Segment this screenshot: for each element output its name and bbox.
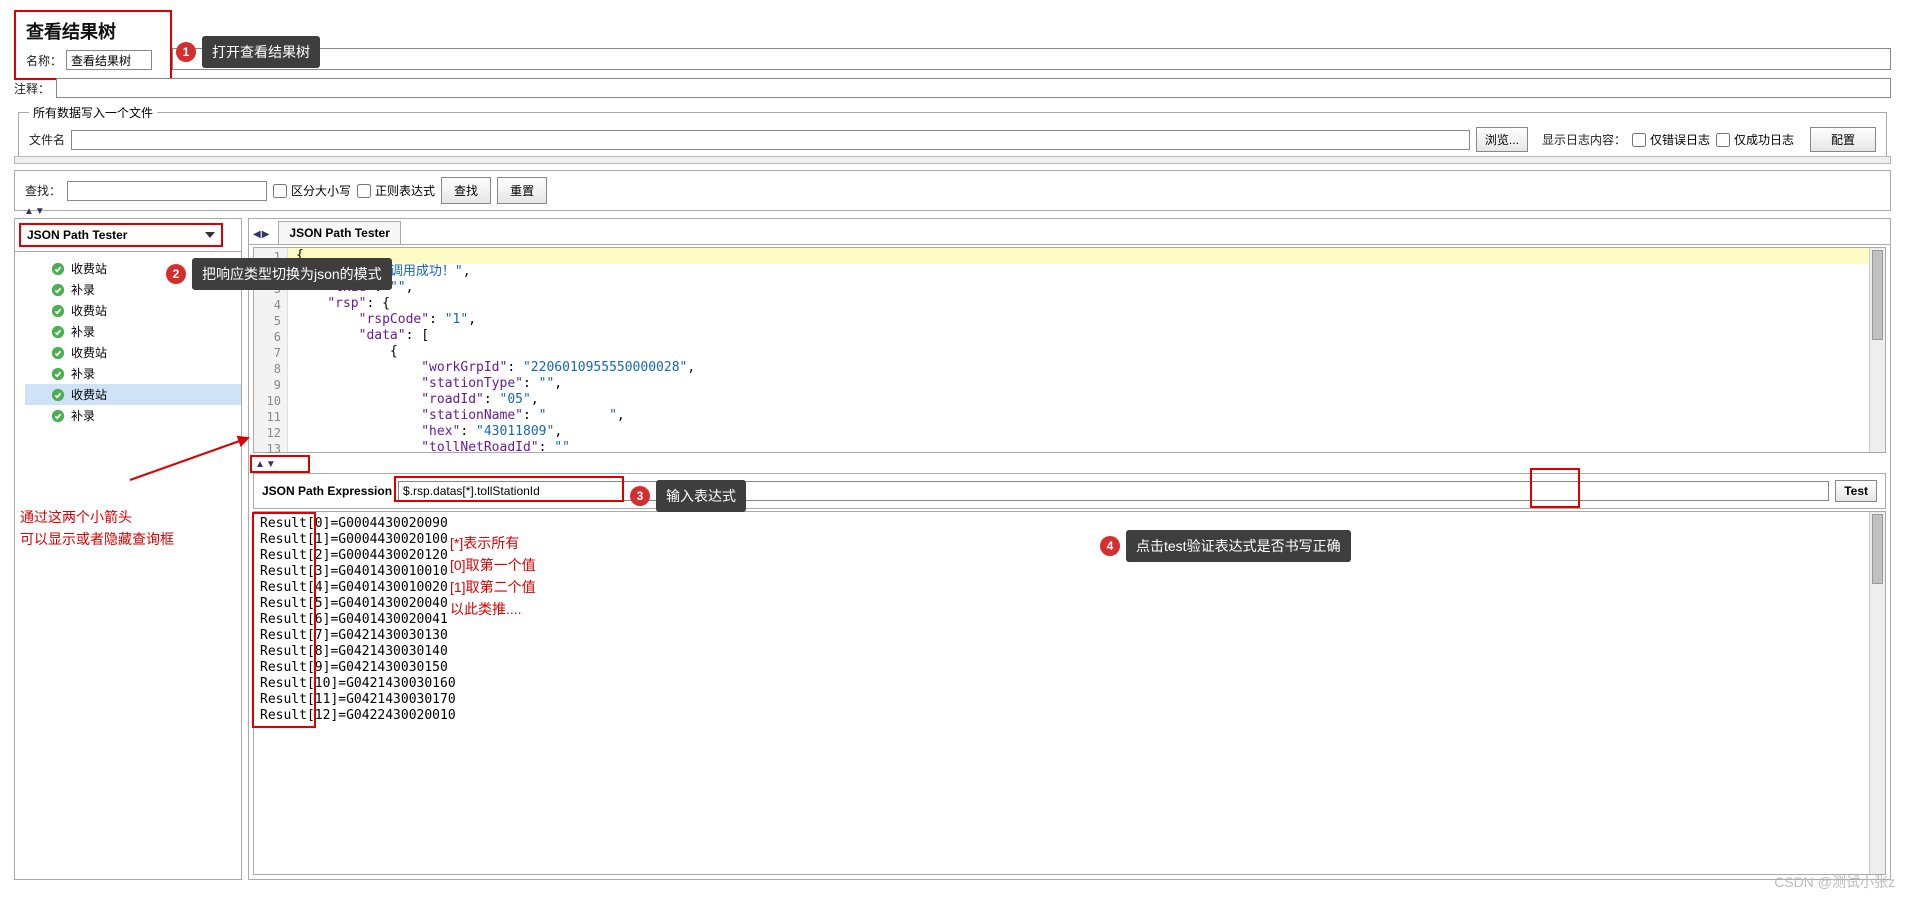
name-input-wide[interactable] <box>172 48 1891 70</box>
callout-3: 3 输入表达式 <box>630 480 746 512</box>
filename-input[interactable] <box>71 130 1470 150</box>
vertical-scrollbar[interactable] <box>1869 248 1885 452</box>
search-label: 查找： <box>25 182 61 199</box>
panel-toggle-icon[interactable]: ◀▶ <box>253 229 270 240</box>
filename-label: 文件名 <box>29 131 65 148</box>
badge-3-icon: 3 <box>630 486 650 506</box>
tree-item[interactable]: 收费站 <box>25 300 241 321</box>
badge-1-icon: 1 <box>176 42 196 62</box>
comment-input[interactable] <box>56 78 1891 98</box>
badge-4-icon: 4 <box>1100 536 1120 556</box>
json-path-expression-input[interactable] <box>398 481 1829 501</box>
comment-label: 注释： <box>14 80 50 97</box>
name-input[interactable] <box>66 50 152 70</box>
expression-row: JSON Path Expression Test <box>253 473 1886 509</box>
find-button[interactable]: 查找 <box>441 177 491 204</box>
page-title: 查看结果树 <box>26 18 160 44</box>
tree-item[interactable]: 补录 <box>25 405 241 426</box>
callout-2: 2 把响应类型切换为json的模式 <box>166 258 392 290</box>
callout-4: 4 点击test验证表达式是否书写正确 <box>1100 530 1351 562</box>
browse-button[interactable]: 浏览... <box>1476 127 1528 152</box>
badge-2-icon: 2 <box>166 264 186 284</box>
name-label: 名称： <box>26 52 62 69</box>
response-body-viewer[interactable]: 12345678910111213 { "msg": "调用成功！", "txi… <box>253 247 1886 453</box>
file-output-legend: 所有数据写入一个文件 <box>29 104 157 121</box>
file-output-fieldset: 所有数据写入一个文件 文件名 浏览... 显示日志内容： 仅错误日志 仅成功日志… <box>18 104 1887 159</box>
annotation-hints: [*]表示所有[0]取第一个值[1]取第二个值以此类推.... <box>450 532 536 620</box>
show-log-label: 显示日志内容： <box>1542 131 1626 148</box>
response-type-dropdown[interactable]: JSON Path Tester <box>19 223 223 247</box>
expression-label: JSON Path Expression <box>262 484 392 498</box>
split-toggle-icon[interactable]: ▲▼ <box>255 459 277 470</box>
watermark: CSDN @测试小张z <box>1774 872 1895 892</box>
reset-button[interactable]: 重置 <box>497 177 547 204</box>
divider <box>14 156 1891 164</box>
only-success-checkbox[interactable]: 仅成功日志 <box>1716 131 1794 148</box>
tree-item[interactable]: 补录 <box>25 321 241 342</box>
regex-checkbox[interactable]: 正则表达式 <box>357 182 435 199</box>
test-button[interactable]: Test <box>1835 480 1877 502</box>
tree-item[interactable]: 补录 <box>25 363 241 384</box>
search-input[interactable] <box>67 181 267 201</box>
toggle-arrows-icon[interactable]: ▲▼ <box>24 206 46 217</box>
annotation-note: 通过这两个小箭头 可以显示或者隐藏查询框 <box>20 506 174 550</box>
callout-1: 1 打开查看结果树 <box>176 36 320 68</box>
case-sensitive-checkbox[interactable]: 区分大小写 <box>273 182 351 199</box>
config-button[interactable]: 配置 <box>1810 127 1876 152</box>
tab-json-path-tester[interactable]: JSON Path Tester <box>278 221 400 244</box>
tree-item[interactable]: 收费站 <box>25 342 241 363</box>
only-error-checkbox[interactable]: 仅错误日志 <box>1632 131 1710 148</box>
search-bar: 查找： 区分大小写 正则表达式 查找 重置 <box>14 170 1891 211</box>
results-scrollbar[interactable] <box>1869 512 1885 874</box>
tree-item[interactable]: 收费站 <box>25 384 241 405</box>
chevron-down-icon <box>205 232 215 238</box>
